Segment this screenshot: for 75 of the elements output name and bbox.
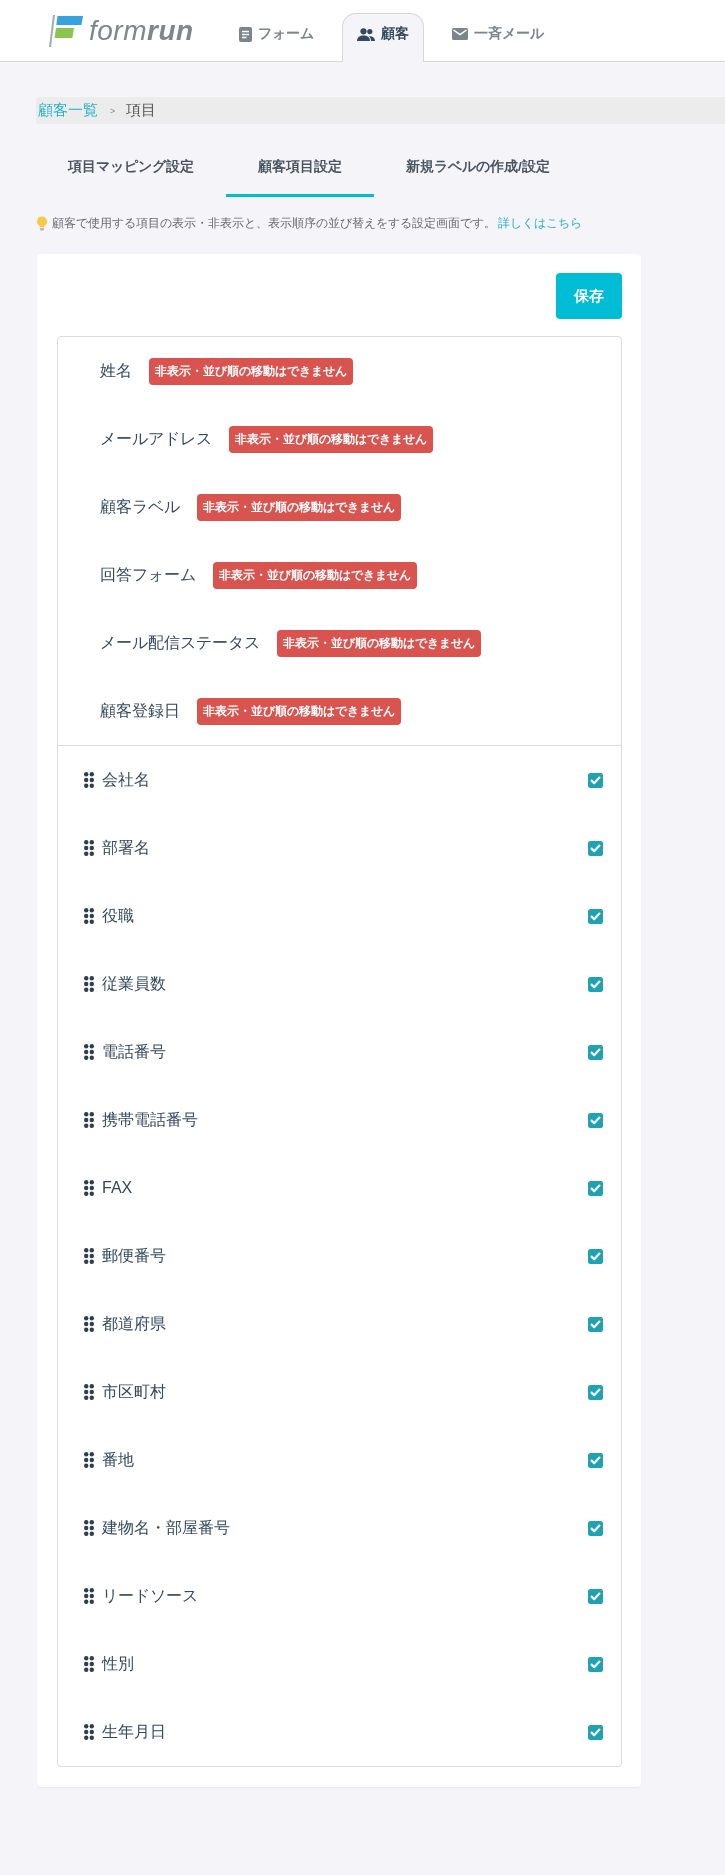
field-label: 回答フォーム [100,564,196,585]
field-label: 顧客登録日 [100,700,180,721]
checkbox[interactable] [588,976,603,992]
locked-notice-badge: 非表示・並び順の移動はできません [197,493,401,521]
drag-handle-icon[interactable] [84,908,94,924]
field-label: 顧客ラベル [100,496,180,517]
logo-wordmark[interactable]: formrun [89,15,194,47]
field-label: 市区町村 [102,1381,166,1402]
drag-handle-icon[interactable] [84,1724,94,1740]
field-label: 携帯電話番号 [102,1109,198,1130]
drag-handle-icon[interactable] [84,976,94,992]
drag-handle-icon[interactable] [84,1316,94,1332]
drag-handle-icon[interactable] [84,1384,94,1400]
checkbox[interactable] [588,908,603,924]
checkbox[interactable] [588,1316,603,1332]
checkbox[interactable] [588,1044,603,1060]
field-label: FAX [102,1179,133,1197]
drag-handle-icon[interactable] [84,1180,94,1196]
lightbulb-icon [36,215,48,231]
document-icon [238,26,252,42]
checkbox[interactable] [588,1452,603,1468]
nav-tab[interactable]: 一斉メール [436,13,559,62]
drag-handle-icon[interactable] [84,1452,94,1468]
breadcrumb-separator: > [110,105,116,116]
locked-notice-badge: 非表示・並び順の移動はできません [149,357,353,385]
field-label: 性別 [102,1653,134,1674]
checkbox[interactable] [588,1384,603,1400]
save-button[interactable]: 保存 [556,273,622,319]
checkbox[interactable] [588,1112,603,1128]
field-label: 生年月日 [102,1721,166,1742]
drag-handle-icon[interactable] [84,1248,94,1264]
checkbox[interactable] [588,1180,603,1196]
field-label: 都道府県 [102,1313,166,1334]
checkbox[interactable] [588,840,603,856]
drag-handle-icon[interactable] [84,772,94,788]
hint-text: 顧客で使用する項目の表示・非表示と、表示順序の並び替えをする設定画面です。 詳しくはこちら [52,215,582,231]
field-label: 会社名 [102,769,150,790]
drag-handle-icon[interactable] [84,1044,94,1060]
checkbox[interactable] [588,1656,603,1672]
checkbox[interactable] [588,1588,603,1604]
field-label: メールアドレス [100,428,212,449]
breadcrumb-link[interactable]: 顧客一覧 [38,101,98,120]
nav-tab[interactable]: 顧客 [341,13,424,62]
settings-tab[interactable]: 顧客項目設定 [226,140,374,197]
locked-notice-badge: 非表示・並び順の移動はできません [277,629,481,657]
settings-tab[interactable]: 項目マッピング設定 [36,140,226,197]
field-label: 電話番号 [102,1041,166,1062]
field-label: 郵便番号 [102,1245,166,1266]
breadcrumb-current: 項目 [126,101,157,120]
drag-handle-icon[interactable] [84,1112,94,1128]
people-icon [356,27,375,41]
drag-handle-icon[interactable] [84,1520,94,1536]
logo-icon [49,15,83,47]
field-label: 部署名 [102,837,150,858]
mail-icon [451,28,468,40]
locked-notice-badge: 非表示・並び順の移動はできません [213,561,417,589]
checkbox[interactable] [588,1520,603,1536]
drag-handle-icon[interactable] [84,1656,94,1672]
nav-tab[interactable]: フォーム [223,13,329,62]
details-link[interactable]: 詳しくはこちら [498,216,582,230]
field-label: 番地 [102,1449,134,1470]
drag-handle-icon[interactable] [84,840,94,856]
drag-handle-icon[interactable] [84,1588,94,1604]
field-label: メール配信ステータス [100,632,260,653]
locked-notice-badge: 非表示・並び順の移動はできません [229,425,433,453]
checkbox[interactable] [588,1248,603,1264]
field-label: リードソース [102,1585,198,1606]
field-label: 建物名・部屋番号 [102,1517,230,1538]
field-label: 姓名 [100,360,132,381]
checkbox[interactable] [588,1724,603,1740]
settings-tab[interactable]: 新規ラベルの作成/設定 [374,140,582,197]
field-label: 役職 [102,905,134,926]
checkbox[interactable] [588,772,603,788]
locked-notice-badge: 非表示・並び順の移動はできません [197,697,401,725]
field-label: 従業員数 [102,973,166,994]
